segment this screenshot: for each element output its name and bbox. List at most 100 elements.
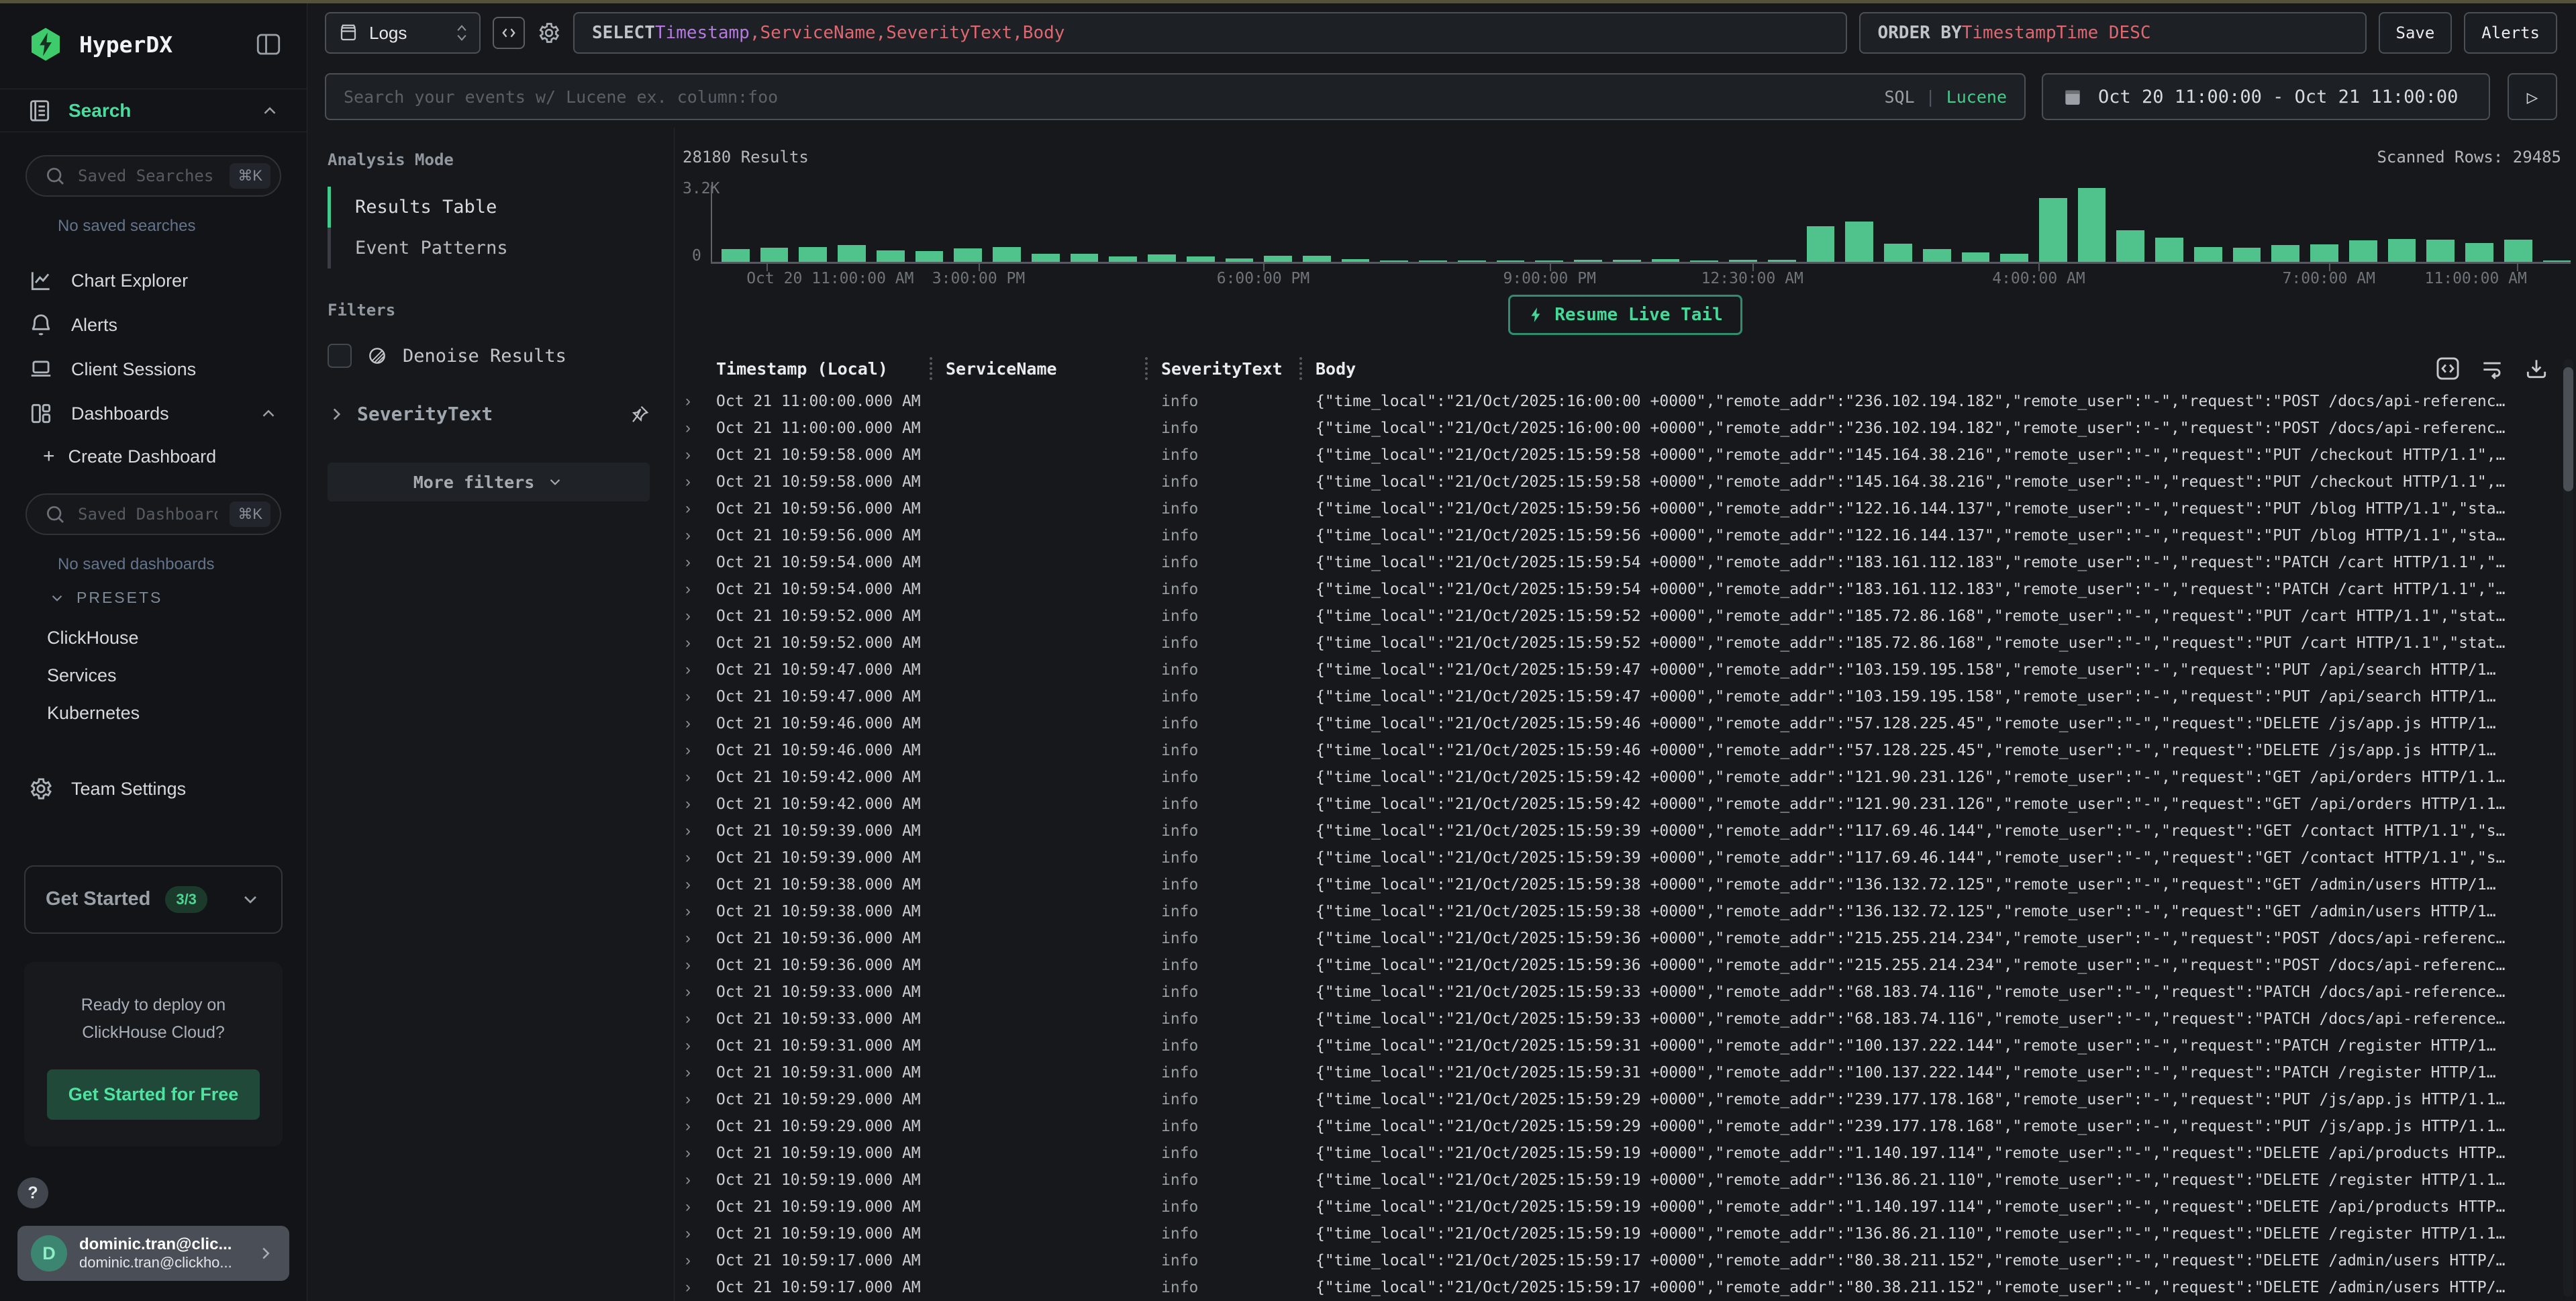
table-row[interactable]: ›Oct 21 10:59:17.000 AMinfo{"time_local"… xyxy=(675,1274,2576,1301)
run-search-button[interactable]: ▷ xyxy=(2508,73,2557,120)
row-expand-icon[interactable]: › xyxy=(675,446,716,465)
table-row[interactable]: ›Oct 21 10:59:31.000 AMinfo{"time_local"… xyxy=(675,1032,2576,1059)
row-expand-icon[interactable]: › xyxy=(675,419,716,438)
table-row[interactable]: ›Oct 21 10:59:46.000 AMinfo{"time_local"… xyxy=(675,710,2576,737)
alerts-button[interactable]: Alerts xyxy=(2464,12,2557,54)
preset-clickhouse[interactable]: ClickHouse xyxy=(0,619,307,657)
row-expand-icon[interactable]: › xyxy=(675,687,716,706)
scrollbar-thumb[interactable] xyxy=(2563,367,2573,491)
table-row[interactable]: ›Oct 21 10:59:29.000 AMinfo{"time_local"… xyxy=(675,1113,2576,1140)
sidebar-item-search[interactable]: Search xyxy=(0,89,307,132)
row-expand-icon[interactable]: › xyxy=(675,580,716,599)
save-button[interactable]: Save xyxy=(2379,12,2453,54)
pin-icon[interactable] xyxy=(630,404,650,424)
row-expand-icon[interactable]: › xyxy=(675,1144,716,1163)
help-button[interactable]: ? xyxy=(17,1177,48,1208)
hyperdx-logo[interactable]: HyperDX xyxy=(27,26,172,63)
language-sql-toggle[interactable]: SQL xyxy=(1884,87,1914,107)
table-row[interactable]: ›Oct 21 10:59:31.000 AMinfo{"time_local"… xyxy=(675,1059,2576,1086)
row-expand-icon[interactable]: › xyxy=(675,607,716,626)
row-expand-icon[interactable]: › xyxy=(675,822,716,840)
table-row[interactable]: ›Oct 21 10:59:52.000 AMinfo{"time_local"… xyxy=(675,630,2576,657)
row-expand-icon[interactable]: › xyxy=(675,1171,716,1190)
source-select[interactable]: Logs xyxy=(325,12,481,54)
row-expand-icon[interactable]: › xyxy=(675,499,716,518)
presets-toggle[interactable]: PRESETS xyxy=(0,583,307,619)
table-row[interactable]: ›Oct 21 10:59:58.000 AMinfo{"time_local"… xyxy=(675,442,2576,469)
saved-dashboards-input[interactable]: Saved Dashboards ⌘K xyxy=(26,493,281,535)
preset-kubernetes[interactable]: Kubernetes xyxy=(0,694,307,732)
sidebar-collapse-icon[interactable] xyxy=(254,30,283,58)
row-expand-icon[interactable]: › xyxy=(675,634,716,653)
events-histogram[interactable]: 3.2K 0 Oct 20 11:00:00 AM3:00:00 PM6:00:… xyxy=(681,171,2571,289)
table-row[interactable]: ›Oct 21 10:59:46.000 AMinfo{"time_local"… xyxy=(675,737,2576,764)
more-filters-button[interactable]: More filters xyxy=(328,463,650,501)
row-expand-icon[interactable]: › xyxy=(675,661,716,679)
get-started-free-button[interactable]: Get Started for Free xyxy=(47,1069,260,1120)
col-timestamp[interactable]: Timestamp (Local) xyxy=(716,359,930,379)
row-expand-icon[interactable]: › xyxy=(675,1010,716,1028)
order-by-input[interactable]: ORDER BY TimestampTime DESC xyxy=(1859,12,2367,54)
table-row[interactable]: ›Oct 21 10:59:17.000 AMinfo{"time_local"… xyxy=(675,1247,2576,1274)
table-row[interactable]: ›Oct 21 10:59:42.000 AMinfo{"time_local"… xyxy=(675,764,2576,791)
row-expand-icon[interactable]: › xyxy=(675,849,716,867)
row-expand-icon[interactable]: › xyxy=(675,714,716,733)
row-expand-icon[interactable]: › xyxy=(675,392,716,411)
table-row[interactable]: ›Oct 21 10:59:19.000 AMinfo{"time_local"… xyxy=(675,1194,2576,1220)
row-expand-icon[interactable]: › xyxy=(675,1063,716,1082)
event-search-input[interactable]: Search your events w/ Lucene ex. column:… xyxy=(325,73,2026,120)
table-row[interactable]: ›Oct 21 10:59:42.000 AMinfo{"time_local"… xyxy=(675,791,2576,818)
row-expand-icon[interactable]: › xyxy=(675,526,716,545)
table-row[interactable]: ›Oct 21 11:00:00.000 AMinfo{"time_local"… xyxy=(675,415,2576,442)
col-severitytext[interactable]: SeverityText xyxy=(1145,359,1299,379)
resume-live-tail-button[interactable]: Resume Live Tail xyxy=(1508,295,1742,335)
table-row[interactable]: ›Oct 21 10:59:54.000 AMinfo{"time_local"… xyxy=(675,576,2576,603)
row-expand-icon[interactable]: › xyxy=(675,1251,716,1270)
row-expand-icon[interactable]: › xyxy=(675,1278,716,1297)
row-expand-icon[interactable]: › xyxy=(675,473,716,491)
row-expand-icon[interactable]: › xyxy=(675,956,716,975)
mode-results-table[interactable]: Results Table xyxy=(328,187,650,228)
row-expand-icon[interactable]: › xyxy=(675,875,716,894)
language-lucene-toggle[interactable]: Lucene xyxy=(1946,87,2007,107)
row-expand-icon[interactable]: › xyxy=(675,1224,716,1243)
user-menu[interactable]: D dominic.tran@clic... dominic.tran@clic… xyxy=(17,1226,289,1281)
table-row[interactable]: ›Oct 21 10:59:54.000 AMinfo{"time_local"… xyxy=(675,549,2576,576)
table-row[interactable]: ›Oct 21 11:00:00.000 AMinfo{"time_local"… xyxy=(675,388,2576,415)
table-row[interactable]: ›Oct 21 10:59:29.000 AMinfo{"time_local"… xyxy=(675,1086,2576,1113)
sidebar-item-chart-explorer[interactable]: Chart Explorer xyxy=(0,258,307,303)
table-scrollbar[interactable] xyxy=(2563,359,2573,1297)
row-expand-icon[interactable]: › xyxy=(675,768,716,787)
select-columns-input[interactable]: SELECT Timestamp,ServiceName,SeverityTex… xyxy=(573,12,1847,54)
query-settings-gear-icon[interactable] xyxy=(537,21,561,45)
table-row[interactable]: ›Oct 21 10:59:56.000 AMinfo{"time_local"… xyxy=(675,522,2576,549)
row-expand-icon[interactable]: › xyxy=(675,553,716,572)
table-row[interactable]: ›Oct 21 10:59:19.000 AMinfo{"time_local"… xyxy=(675,1220,2576,1247)
row-expand-icon[interactable]: › xyxy=(675,983,716,1002)
table-row[interactable]: ›Oct 21 10:59:47.000 AMinfo{"time_local"… xyxy=(675,657,2576,683)
row-expand-icon[interactable]: › xyxy=(675,929,716,948)
get-started-toggle[interactable]: Get Started 3/3 xyxy=(24,865,283,934)
sidebar-item-team-settings[interactable]: Team Settings xyxy=(0,767,307,811)
table-row[interactable]: ›Oct 21 10:59:39.000 AMinfo{"time_local"… xyxy=(675,845,2576,871)
chevron-up-icon[interactable] xyxy=(258,403,279,424)
severity-filter-group[interactable]: SeverityText xyxy=(328,403,650,425)
code-editor-button[interactable] xyxy=(493,17,525,49)
table-row[interactable]: ›Oct 21 10:59:52.000 AMinfo{"time_local"… xyxy=(675,603,2576,630)
time-range-picker[interactable]: Oct 20 11:00:00 - Oct 21 11:00:00 xyxy=(2042,73,2490,120)
table-row[interactable]: ›Oct 21 10:59:36.000 AMinfo{"time_local"… xyxy=(675,952,2576,979)
download-icon[interactable] xyxy=(2524,356,2549,381)
row-expand-icon[interactable]: › xyxy=(675,1198,716,1216)
table-row[interactable]: ›Oct 21 10:59:19.000 AMinfo{"time_local"… xyxy=(675,1140,2576,1167)
saved-searches-input[interactable]: Saved Searches ⌘K xyxy=(26,155,281,197)
sidebar-item-client-sessions[interactable]: Client Sessions xyxy=(0,347,307,391)
mode-event-patterns[interactable]: Event Patterns xyxy=(328,228,650,269)
chevron-up-icon[interactable] xyxy=(260,101,280,121)
row-expand-icon[interactable]: › xyxy=(675,795,716,814)
row-expand-icon[interactable]: › xyxy=(675,741,716,760)
table-row[interactable]: ›Oct 21 10:59:33.000 AMinfo{"time_local"… xyxy=(675,979,2576,1006)
denoise-checkbox[interactable] xyxy=(328,344,352,368)
table-row[interactable]: ›Oct 21 10:59:56.000 AMinfo{"time_local"… xyxy=(675,495,2576,522)
table-row[interactable]: ›Oct 21 10:59:38.000 AMinfo{"time_local"… xyxy=(675,898,2576,925)
wrap-lines-icon[interactable] xyxy=(2479,356,2505,381)
